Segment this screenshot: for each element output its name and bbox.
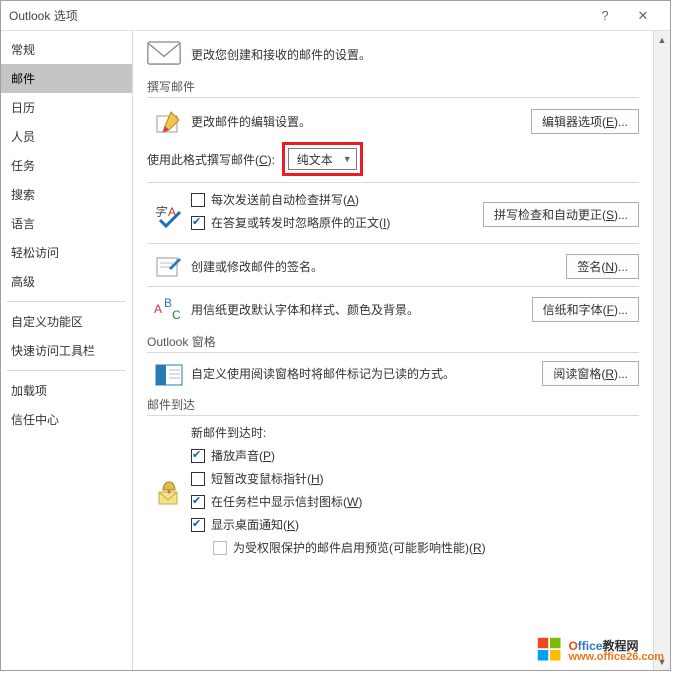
svg-text:字: 字 xyxy=(154,205,168,219)
highlight-box: 纯文本 ▼ xyxy=(282,142,363,176)
watermark-brand: Office教程网 xyxy=(568,638,664,652)
desktop-alert-checkbox[interactable] xyxy=(191,518,205,532)
divider xyxy=(147,182,639,183)
ignore-original-label: 在答复或转发时忽略原件的正文(I) xyxy=(211,214,390,231)
scroll-up-arrow[interactable]: ▲ xyxy=(654,31,670,48)
ignore-original-checkbox[interactable] xyxy=(191,216,205,230)
play-sound-checkbox[interactable] xyxy=(191,449,205,463)
spellcheck-icon: 字A xyxy=(147,200,191,228)
titlebar: Outlook 选项 ? ✕ xyxy=(1,1,670,31)
group-compose-label: 撰写邮件 xyxy=(147,78,639,95)
chevron-down-icon: ▼ xyxy=(343,154,352,164)
signature-text: 创建或修改邮件的签名。 xyxy=(191,258,560,275)
nav-advanced[interactable]: 高级 xyxy=(1,267,132,296)
window-title: Outlook 选项 xyxy=(9,7,586,24)
nav-mail[interactable]: 邮件 xyxy=(1,64,132,93)
compose-format-select[interactable]: 纯文本 ▼ xyxy=(288,148,357,170)
help-button[interactable]: ? xyxy=(586,2,624,30)
close-button[interactable]: ✕ xyxy=(624,2,662,30)
group-pane-label: Outlook 窗格 xyxy=(147,333,639,350)
group-arrival-label: 邮件到达 xyxy=(147,396,639,413)
watermark-logo-icon xyxy=(536,636,564,664)
edit-icon xyxy=(147,106,191,136)
watermark: Office教程网 www.office26.com xyxy=(536,636,664,664)
nav-search[interactable]: 搜索 xyxy=(1,180,132,209)
spellcheck-checkbox[interactable] xyxy=(191,193,205,207)
nav-calendar[interactable]: 日历 xyxy=(1,93,132,122)
main-panel: 更改您创建和接收的邮件的设置。 撰写邮件 更改邮件的编辑设置。 编辑器选项(E)… xyxy=(133,31,653,670)
editor-options-button[interactable]: 编辑器选项(E)... xyxy=(531,109,639,134)
nav-separator xyxy=(7,370,126,371)
divider xyxy=(147,286,639,287)
arrival-heading: 新邮件到达时: xyxy=(191,424,639,441)
divider xyxy=(147,352,639,353)
bell-icon xyxy=(147,478,191,508)
nav-people[interactable]: 人员 xyxy=(1,122,132,151)
nav-general[interactable]: 常规 xyxy=(1,35,132,64)
divider xyxy=(147,97,639,98)
change-pointer-label: 短暂改变鼠标指针(H) xyxy=(211,470,324,487)
taskbar-envelope-checkbox[interactable] xyxy=(191,495,205,509)
stationery-fonts-button[interactable]: 信纸和字体(F)... xyxy=(532,297,639,322)
compose-edit-text: 更改邮件的编辑设置。 xyxy=(191,113,525,130)
nav-customize-ribbon[interactable]: 自定义功能区 xyxy=(1,307,132,336)
watermark-url: www.office26.com xyxy=(568,652,664,663)
play-sound-label: 播放声音(P) xyxy=(211,447,275,464)
divider xyxy=(147,415,639,416)
svg-text:A: A xyxy=(154,302,162,316)
nav-tasks[interactable]: 任务 xyxy=(1,151,132,180)
preview-protected-checkbox[interactable] xyxy=(213,541,227,555)
reading-pane-text: 自定义使用阅读窗格时将邮件标记为已读的方式。 xyxy=(191,365,536,382)
nav-trust[interactable]: 信任中心 xyxy=(1,405,132,434)
change-pointer-checkbox[interactable] xyxy=(191,472,205,486)
spellcheck-options-button[interactable]: 拼写检查和自动更正(S)... xyxy=(483,202,639,227)
preview-protected-label: 为受权限保护的邮件启用预览(可能影响性能)(R) xyxy=(233,539,486,556)
page-description: 更改您创建和接收的邮件的设置。 xyxy=(191,46,371,63)
desktop-alert-label: 显示桌面通知(K) xyxy=(211,516,299,533)
nav-separator xyxy=(7,301,126,302)
signature-icon xyxy=(147,252,191,280)
vertical-scrollbar[interactable]: ▲ ▼ xyxy=(653,31,670,670)
signatures-button[interactable]: 签名(N)... xyxy=(566,254,639,279)
stationery-text: 用信纸更改默认字体和样式、颜色及背景。 xyxy=(191,301,526,318)
reading-pane-icon xyxy=(147,362,191,386)
reading-pane-button[interactable]: 阅读窗格(R)... xyxy=(542,361,639,386)
envelope-icon xyxy=(147,41,181,68)
svg-text:C: C xyxy=(172,308,181,322)
divider xyxy=(147,243,639,244)
compose-format-value: 纯文本 xyxy=(297,151,333,168)
spellcheck-label: 每次发送前自动检查拼写(A) xyxy=(211,191,359,208)
svg-text:B: B xyxy=(164,297,172,310)
stationery-icon: ABC xyxy=(147,295,191,323)
taskbar-envelope-label: 在任务栏中显示信封图标(W) xyxy=(211,493,362,510)
nav-language[interactable]: 语言 xyxy=(1,209,132,238)
nav-access[interactable]: 轻松访问 xyxy=(1,238,132,267)
options-sidebar: 常规 邮件 日历 人员 任务 搜索 语言 轻松访问 高级 自定义功能区 快速访问… xyxy=(1,31,133,670)
nav-addins[interactable]: 加载项 xyxy=(1,376,132,405)
compose-format-label: 使用此格式撰写邮件(C): xyxy=(147,151,275,168)
nav-qat[interactable]: 快速访问工具栏 xyxy=(1,336,132,365)
